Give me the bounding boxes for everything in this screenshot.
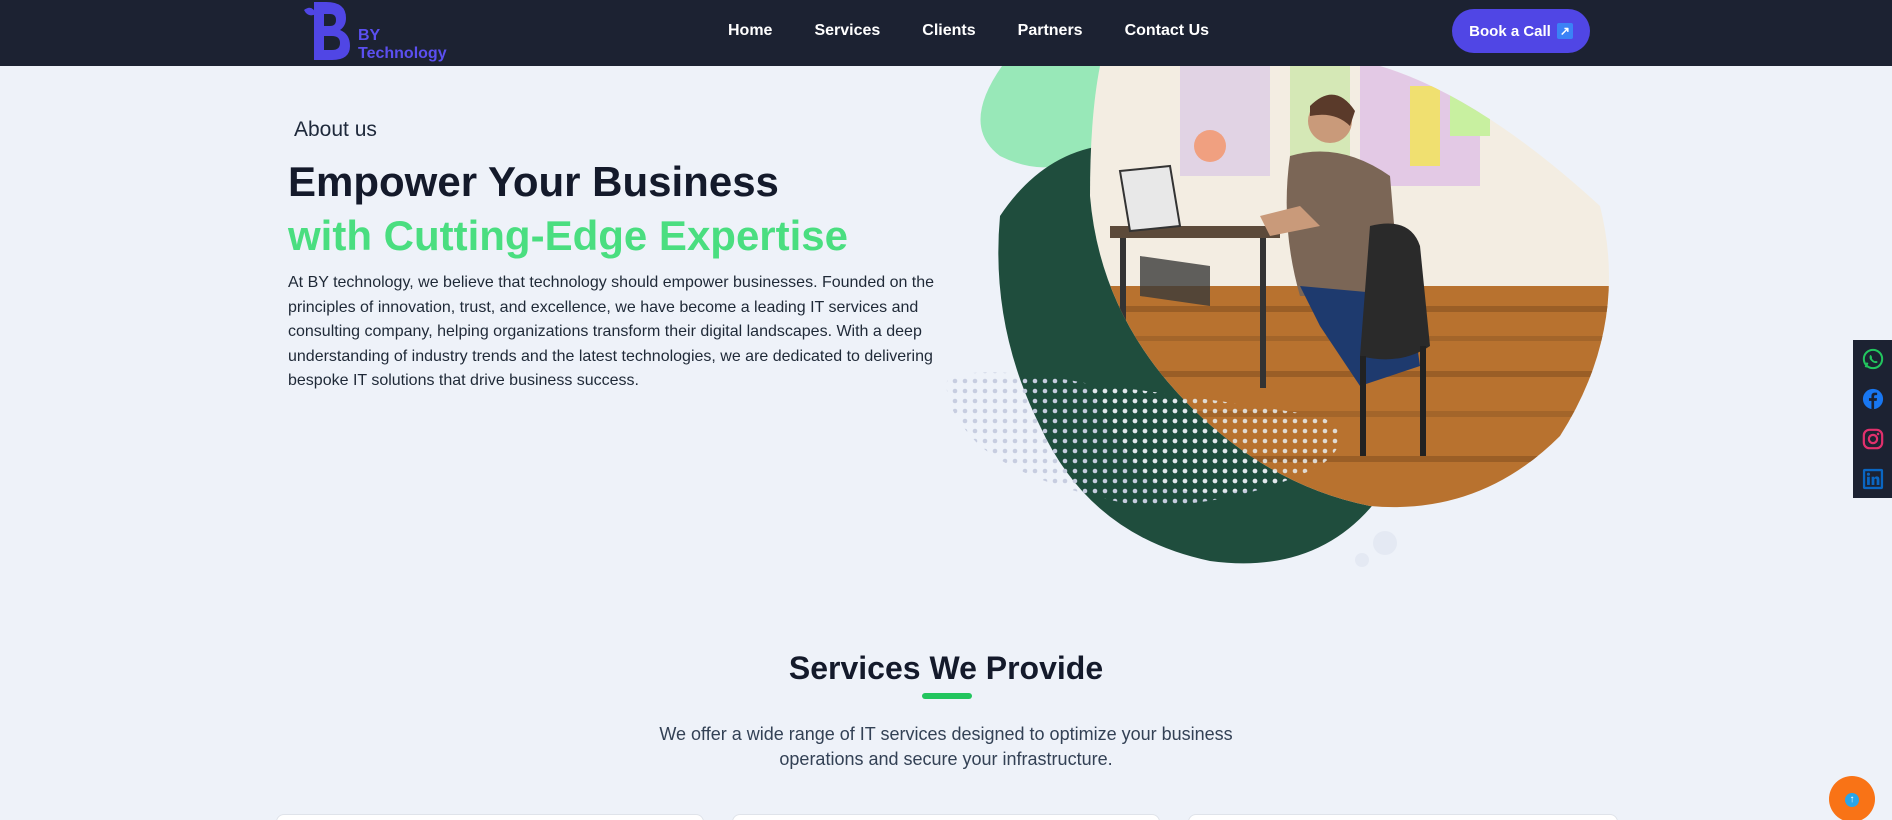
social-sidebar <box>1853 340 1892 498</box>
services-title: Services We Provide <box>788 650 1104 686</box>
book-a-call-button[interactable]: Book a Call ↗ <box>1452 9 1590 53</box>
service-card[interactable] <box>732 814 1160 820</box>
logo-by-text: BY <box>358 27 381 44</box>
logo-technology-text: Technology <box>358 45 447 62</box>
nav-services[interactable]: Services <box>814 22 880 40</box>
instagram-icon[interactable] <box>1862 428 1884 450</box>
hero-title-line2: with Cutting-Edge Expertise <box>288 212 849 259</box>
services-title-underline <box>922 693 972 699</box>
facebook-icon[interactable] <box>1862 388 1884 410</box>
book-a-call-label: Book a Call <box>1469 22 1551 40</box>
navbar: BY Technology Home Services Clients Part… <box>0 0 1892 66</box>
service-card[interactable] <box>276 814 704 820</box>
arrow-up-icon: ↑ <box>1845 793 1859 807</box>
logo[interactable]: BY Technology <box>300 0 460 64</box>
nav-clients[interactable]: Clients <box>922 22 975 40</box>
services-subtitle: We offer a wide range of IT services des… <box>659 724 1233 769</box>
about-us-label: About us <box>294 118 377 141</box>
external-link-icon: ↗ <box>1556 23 1573 39</box>
nav-partners[interactable]: Partners <box>1018 22 1083 40</box>
hero-illustration <box>946 66 1609 567</box>
decor-circle <box>1373 531 1397 555</box>
linkedin-icon[interactable] <box>1862 468 1884 490</box>
whatsapp-icon[interactable] <box>1862 348 1884 370</box>
logo-b-icon <box>304 2 350 60</box>
hero-title-line1: Empower Your Business <box>288 158 779 205</box>
hero-paragraph: At BY technology, we believe that techno… <box>288 274 935 390</box>
service-card[interactable] <box>1188 814 1618 820</box>
scroll-to-top-button[interactable]: ↑ <box>1829 776 1875 820</box>
nav-links: Home Services Clients Partners Contact U… <box>728 22 1251 40</box>
decor-circle-small <box>1355 553 1369 567</box>
nav-home[interactable]: Home <box>728 22 772 40</box>
nav-contact-us[interactable]: Contact Us <box>1125 22 1209 40</box>
